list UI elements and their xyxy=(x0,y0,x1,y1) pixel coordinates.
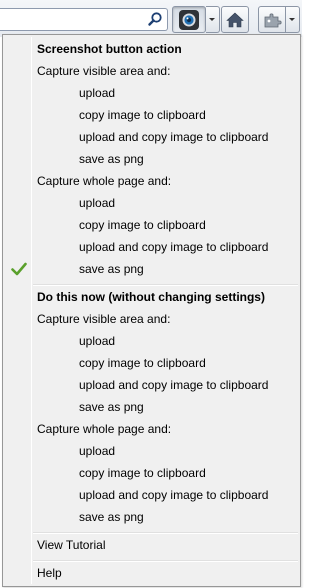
section-header-do-now: Do this now (without changing settings) xyxy=(5,286,298,308)
menu-item-label: upload xyxy=(79,86,116,100)
addon-dropdown-arrow[interactable] xyxy=(286,6,300,33)
menu-item-label: save as png xyxy=(79,262,144,276)
group-label-text: Capture visible area and: xyxy=(37,64,171,78)
menu-item-label: upload and copy image to clipboard xyxy=(79,378,269,392)
menu-item-visible-upload[interactable]: upload xyxy=(5,82,298,104)
menu-item-now-whole-copy[interactable]: copy image to clipboard xyxy=(5,462,298,484)
menu-item-view-tutorial[interactable]: View Tutorial xyxy=(5,534,298,556)
menu-item-label: Help xyxy=(37,566,62,580)
menu-item-label: save as png xyxy=(79,152,144,166)
screenshot-dropdown-arrow[interactable] xyxy=(206,6,220,33)
search-input[interactable] xyxy=(0,8,168,31)
group-label-whole-page-now: Capture whole page and: xyxy=(5,418,298,440)
section-header-button-action: Screenshot button action xyxy=(5,38,298,60)
menu-item-label: upload xyxy=(79,444,116,458)
menu-item-label: View Tutorial xyxy=(37,538,106,552)
menu-item-now-whole-upload[interactable]: upload xyxy=(5,440,298,462)
menu-item-now-visible-upload-copy[interactable]: upload and copy image to clipboard xyxy=(5,374,298,396)
menu-item-whole-upload[interactable]: upload xyxy=(5,192,298,214)
menu-item-now-visible-upload[interactable]: upload xyxy=(5,330,298,352)
menu-item-label: copy image to clipboard xyxy=(79,218,206,232)
menu-item-visible-save-png[interactable]: save as png xyxy=(5,148,298,170)
home-button[interactable] xyxy=(221,6,249,33)
menu-item-label: upload and copy image to clipboard xyxy=(79,240,269,254)
group-label-text: Capture whole page and: xyxy=(37,422,172,436)
checkmark-icon xyxy=(11,262,27,276)
menu-item-whole-upload-copy[interactable]: upload and copy image to clipboard xyxy=(5,236,298,258)
menu-item-visible-copy[interactable]: copy image to clipboard xyxy=(5,104,298,126)
menu-item-label: copy image to clipboard xyxy=(79,108,206,122)
browser-toolbar xyxy=(0,0,302,37)
menu-item-whole-copy[interactable]: copy image to clipboard xyxy=(5,214,298,236)
menu-item-now-visible-copy[interactable]: copy image to clipboard xyxy=(5,352,298,374)
section-header-label: Screenshot button action xyxy=(37,42,182,56)
addon-puzzle-icon xyxy=(264,12,282,27)
menu-item-now-visible-save-png[interactable]: save as png xyxy=(5,396,298,418)
menu-item-label: copy image to clipboard xyxy=(79,466,206,480)
menu-item-label: upload and copy image to clipboard xyxy=(79,488,269,502)
section-header-label: Do this now (without changing settings) xyxy=(37,290,265,304)
menu-item-help[interactable]: Help xyxy=(5,562,298,584)
menu-item-visible-upload-copy[interactable]: upload and copy image to clipboard xyxy=(5,126,298,148)
screenshot-dropdown-menu: Screenshot button action Capture visible… xyxy=(2,34,301,587)
menu-item-label: upload and copy image to clipboard xyxy=(79,130,269,144)
screenshot-button[interactable] xyxy=(172,6,206,33)
group-label-text: Capture visible area and: xyxy=(37,312,171,326)
search-icon[interactable] xyxy=(147,11,164,28)
menu-item-label: save as png xyxy=(79,400,144,414)
screenshot-camera-icon xyxy=(179,9,199,30)
screen: Screenshot button action Capture visible… xyxy=(0,0,302,588)
group-label-whole-page: Capture whole page and: xyxy=(5,170,298,192)
group-label-visible-area-now: Capture visible area and: xyxy=(5,308,298,330)
group-label-visible-area: Capture visible area and: xyxy=(5,60,298,82)
addon-button[interactable] xyxy=(258,6,286,33)
menu-item-whole-save-png[interactable]: save as png xyxy=(5,258,298,280)
menu-item-label: copy image to clipboard xyxy=(79,356,206,370)
menu-item-label: upload xyxy=(79,196,116,210)
group-label-text: Capture whole page and: xyxy=(37,174,172,188)
menu-item-label: save as png xyxy=(79,510,144,524)
menu-item-now-whole-upload-copy[interactable]: upload and copy image to clipboard xyxy=(5,484,298,506)
menu-item-label: upload xyxy=(79,334,116,348)
menu-item-now-whole-save-png[interactable]: save as png xyxy=(5,506,298,528)
home-icon xyxy=(226,12,244,27)
